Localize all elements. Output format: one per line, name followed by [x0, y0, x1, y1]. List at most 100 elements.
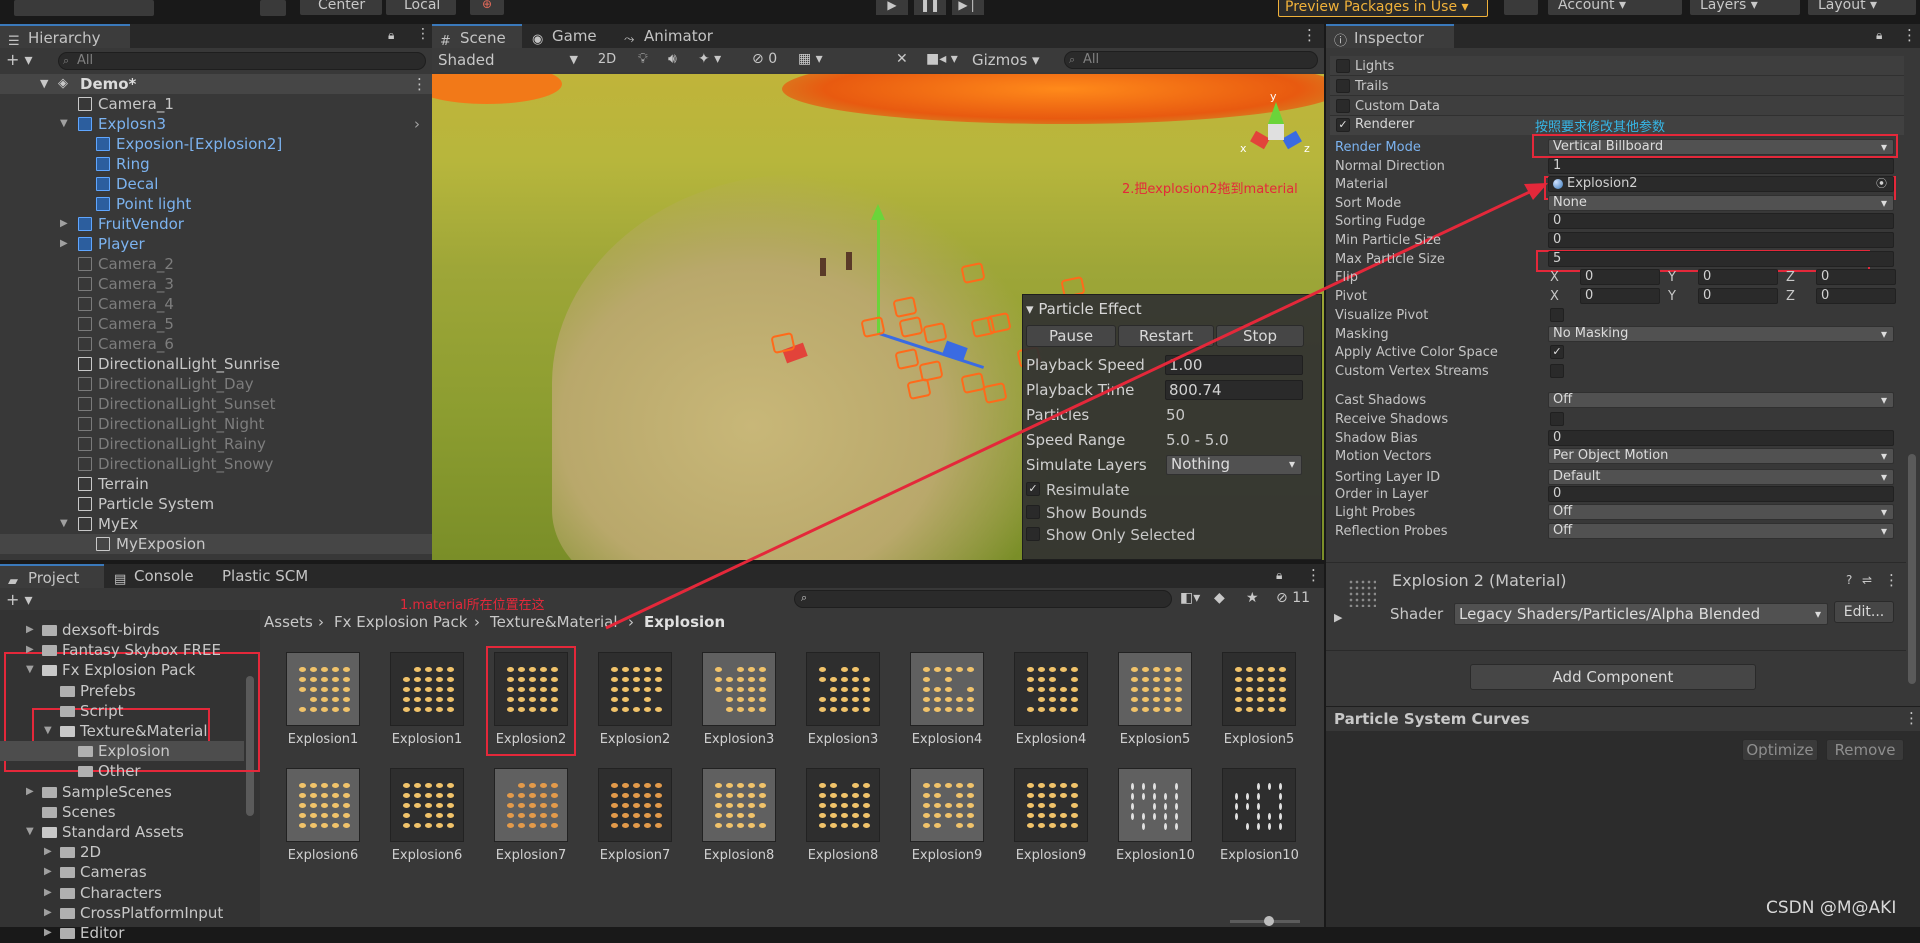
folder-tree-item[interactable]: ▼ Fx Explosion Pack	[0, 660, 244, 680]
property-dropdown[interactable]: No Masking	[1548, 326, 1894, 342]
asset-item[interactable]: Explosion8	[700, 768, 778, 863]
folder-tree-item[interactable]: ▼ Texture&Material	[0, 721, 244, 741]
axis-x-field[interactable]: 0	[1580, 288, 1660, 304]
property-checkbox[interactable]: ✓	[1550, 345, 1564, 359]
asset-item[interactable]: Explosion5	[1220, 652, 1298, 747]
expand-arrow-icon[interactable]: ▼	[60, 114, 68, 134]
folder-tree-item[interactable]: ▶ dexsoft-birds	[0, 620, 244, 640]
inspector-module-row[interactable]	[1330, 56, 1904, 76]
property-field[interactable]: 0	[1548, 213, 1894, 229]
hierarchy-item[interactable]: DirectionalLight_Night	[0, 414, 432, 434]
asset-item[interactable]: Explosion2	[596, 652, 674, 747]
material-object-field[interactable]: Explosion2 ⦿	[1548, 176, 1894, 192]
hierarchy-item[interactable]: Camera_4	[0, 294, 432, 314]
hierarchy-item[interactable]: Exposion-[Explosion2]	[0, 134, 432, 154]
axis-x-field[interactable]: 0	[1580, 269, 1660, 285]
property-dropdown[interactable]: Off	[1548, 504, 1894, 520]
chevron-right-icon[interactable]: ›	[414, 114, 420, 134]
hierarchy-item[interactable]: DirectionalLight_Day	[0, 374, 432, 394]
property-field[interactable]: 0	[1548, 486, 1894, 502]
expand-arrow-icon[interactable]: ▼	[26, 822, 34, 842]
hierarchy-item[interactable]: MyExposion	[0, 534, 432, 554]
property-field[interactable]: 0	[1548, 232, 1894, 248]
hierarchy-item[interactable]: Camera_5	[0, 314, 432, 334]
folder-tree-item[interactable]: Script	[0, 701, 244, 721]
expand-arrow-icon[interactable]: ▶	[44, 903, 52, 923]
hierarchy-item[interactable]: Camera_1	[0, 94, 432, 114]
folder-tree-item[interactable]: Scenes	[0, 802, 244, 822]
hierarchy-item[interactable]: Camera_6	[0, 334, 432, 354]
hierarchy-item[interactable]: Particle System	[0, 494, 432, 514]
axis-z-field[interactable]: 0	[1816, 288, 1896, 304]
folder-tree-item[interactable]: ▶ SampleScenes	[0, 782, 244, 802]
property-field[interactable]: 5	[1548, 251, 1894, 267]
hierarchy-item[interactable]: ▼ MyEx	[0, 514, 432, 534]
expand-arrow-icon[interactable]: ▼	[44, 721, 52, 741]
asset-item[interactable]: Explosion7	[596, 768, 674, 863]
expand-arrow-icon[interactable]: ▶	[26, 640, 34, 660]
object-picker-icon[interactable]: ⦿	[1876, 177, 1887, 191]
asset-item[interactable]: Explosion7	[492, 768, 570, 863]
folder-tree-item[interactable]: ▶ Characters	[0, 883, 244, 903]
asset-item[interactable]: Explosion10	[1220, 768, 1298, 863]
asset-item[interactable]: Explosion5	[1116, 652, 1194, 747]
asset-item[interactable]: Explosion10	[1116, 768, 1194, 863]
hierarchy-item[interactable]: Ring	[0, 154, 432, 174]
expand-arrow-icon[interactable]: ▼	[60, 514, 68, 534]
property-checkbox[interactable]	[1550, 412, 1564, 426]
asset-item[interactable]: Explosion8	[804, 768, 882, 863]
hierarchy-item[interactable]: Point light	[0, 194, 432, 214]
property-field[interactable]: 0	[1548, 430, 1894, 446]
hierarchy-item[interactable]: ▼ Explosn3 ›	[0, 114, 432, 134]
property-dropdown[interactable]: Vertical Billboard	[1548, 139, 1894, 155]
folder-tree-item[interactable]: ▶ Fantasy Skybox FREE	[0, 640, 244, 660]
folder-tree-item[interactable]: Prefebs	[0, 681, 244, 701]
axis-y-field[interactable]: 0	[1698, 269, 1778, 285]
asset-item[interactable]: Explosion3	[804, 652, 882, 747]
folder-tree-item[interactable]: ▼ Standard Assets	[0, 822, 244, 842]
hierarchy-item[interactable]: Decal	[0, 174, 432, 194]
asset-item[interactable]: Explosion1	[388, 652, 466, 747]
expand-arrow-icon[interactable]: ▶	[26, 620, 34, 640]
asset-item[interactable]: Explosion4	[1012, 652, 1090, 747]
expand-arrow-icon[interactable]: ▶	[44, 923, 52, 943]
folder-tree-item[interactable]: Other	[0, 761, 244, 781]
asset-item[interactable]: Explosion9	[1012, 768, 1090, 863]
axis-y-field[interactable]: 0	[1698, 288, 1778, 304]
asset-item[interactable]: Explosion9	[908, 768, 986, 863]
property-checkbox[interactable]	[1550, 364, 1564, 378]
module-enabled-checkbox[interactable]	[1336, 79, 1350, 93]
asset-item[interactable]: Explosion4	[908, 652, 986, 747]
module-enabled-checkbox[interactable]	[1336, 99, 1350, 113]
property-dropdown[interactable]: Off	[1548, 392, 1894, 408]
expand-arrow-icon[interactable]: ▶	[44, 842, 52, 862]
asset-item[interactable]: Explosion2	[492, 652, 570, 747]
asset-item[interactable]: Explosion3	[700, 652, 778, 747]
hierarchy-item[interactable]: DirectionalLight_Sunset	[0, 394, 432, 414]
property-dropdown[interactable]: Off	[1548, 523, 1894, 539]
expand-arrow-icon[interactable]: ▶	[44, 883, 52, 903]
hierarchy-item[interactable]: Camera_2	[0, 254, 432, 274]
folder-tree-item[interactable]: ▶ Cameras	[0, 862, 244, 882]
axis-z-field[interactable]: 0	[1816, 269, 1896, 285]
hierarchy-item[interactable]: Terrain	[0, 474, 432, 494]
property-dropdown[interactable]: None	[1548, 195, 1894, 211]
folder-tree-item[interactable]: ▶ 2D	[0, 842, 244, 862]
folder-tree-item[interactable]: ▶ CrossPlatformInput	[0, 903, 244, 923]
hierarchy-item[interactable]: DirectionalLight_Sunrise	[0, 354, 432, 374]
hierarchy-item[interactable]: DirectionalLight_Snowy	[0, 454, 432, 474]
expand-arrow-icon[interactable]: ▶	[60, 234, 68, 254]
property-dropdown[interactable]: Default	[1548, 469, 1894, 485]
property-checkbox[interactable]	[1550, 308, 1564, 322]
module-enabled-checkbox[interactable]	[1336, 59, 1350, 73]
folder-tree-item[interactable]: Explosion	[0, 741, 244, 761]
hierarchy-item[interactable]: ▶ Player	[0, 234, 432, 254]
folder-tree-item[interactable]: ▶ Editor	[0, 923, 244, 943]
asset-item[interactable]: Explosion1	[284, 652, 362, 747]
expand-arrow-icon[interactable]: ▼	[26, 660, 34, 680]
expand-arrow-icon[interactable]: ▶	[26, 782, 34, 802]
hierarchy-item[interactable]: Camera_3	[0, 274, 432, 294]
hierarchy-item[interactable]: DirectionalLight_Rainy	[0, 434, 432, 454]
asset-item[interactable]: Explosion6	[284, 768, 362, 863]
property-field[interactable]: 1	[1548, 158, 1894, 174]
